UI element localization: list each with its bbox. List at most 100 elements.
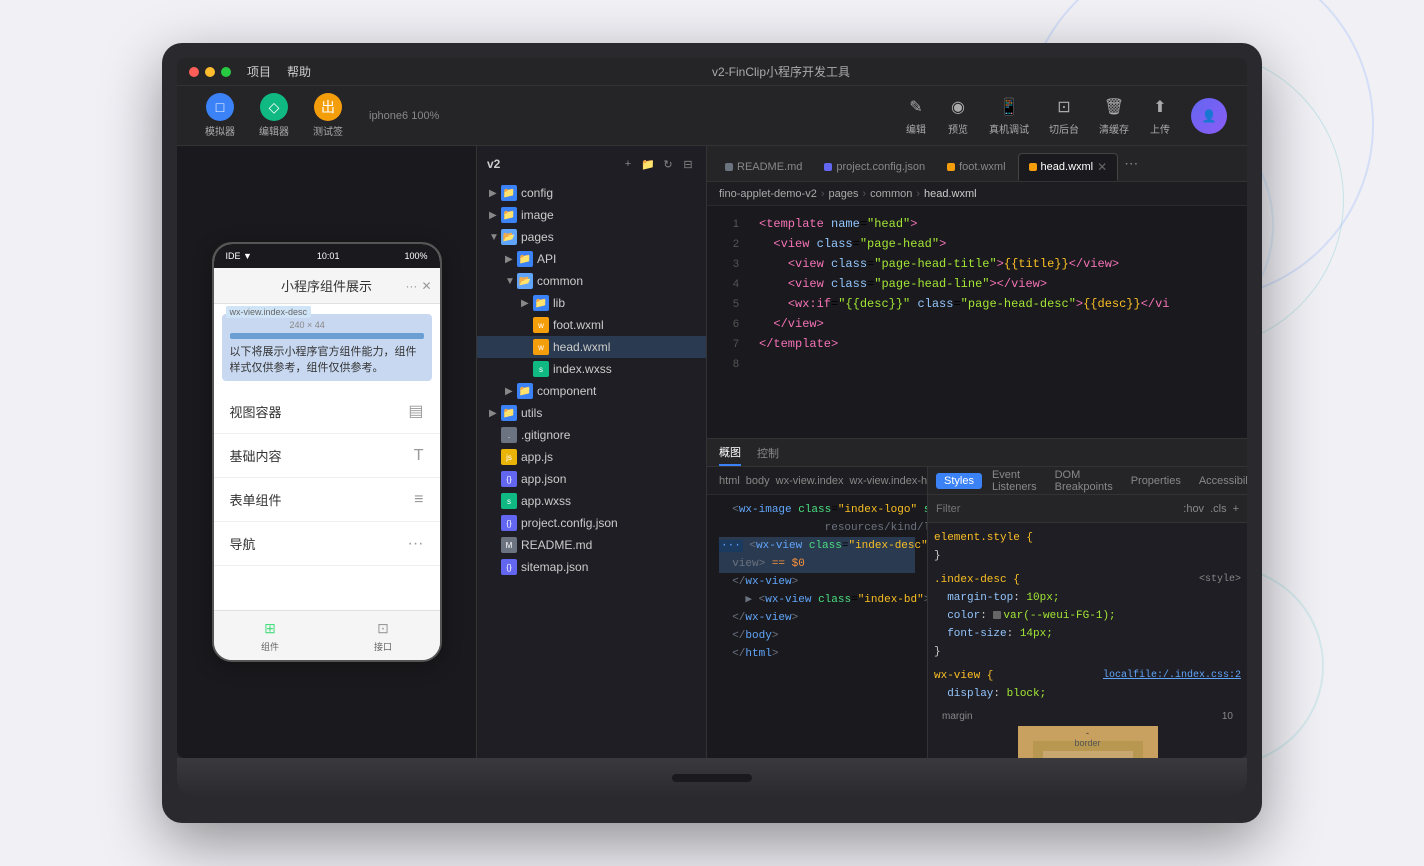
new-file-btn[interactable]: + <box>620 156 636 172</box>
arrow-icon: ▼ <box>505 276 517 287</box>
tree-utils[interactable]: ▶ 📁 utils <box>477 402 706 424</box>
devtools-panel-tabs: Styles Event Listeners DOM Breakpoints P… <box>928 467 1247 495</box>
html-line-4: ▶ <wx-view class="index-bd">_</wx-view> <box>719 591 915 609</box>
tab-label-foot: foot.wxml <box>959 161 1005 173</box>
breadcrumb-common: common <box>870 188 912 200</box>
tab-dot-project <box>824 163 832 171</box>
border-label-inner: border <box>1074 738 1100 748</box>
margin-value: 10 <box>1222 711 1233 722</box>
html-code-view[interactable]: <wx-image class="index-logo" src="../res… <box>707 495 927 758</box>
code-content[interactable]: <template name="head"> <view class="page… <box>747 206 1247 438</box>
tree-pages[interactable]: ▼ 📂 pages <box>477 226 706 248</box>
phone-more-icon[interactable]: ··· <box>405 279 417 293</box>
styles-filter-input[interactable] <box>936 503 1175 515</box>
close-button[interactable] <box>189 67 199 77</box>
cls-button[interactable]: .cls <box>1210 503 1227 515</box>
code-line-3: <view class="page-head-title">{{title}}<… <box>759 254 1235 274</box>
window-controls <box>189 67 231 77</box>
tree-readme[interactable]: ▶ M README.md <box>477 534 706 556</box>
phone-status-bar: IDE ▼ 10:01 100% <box>214 244 440 268</box>
crumb-wx-view-hd[interactable]: wx-view.index-hd <box>850 475 928 487</box>
action-clear[interactable]: 🗑 清缓存 <box>1099 96 1129 136</box>
user-avatar[interactable]: 👤 <box>1191 98 1227 134</box>
tree-common[interactable]: ▼ 📂 common <box>477 270 706 292</box>
action-upload[interactable]: ⬆ 上传 <box>1149 96 1171 136</box>
list-item-0[interactable]: 视图容器 ▤ <box>214 389 440 434</box>
tab-close-head[interactable]: ✕ <box>1097 160 1107 174</box>
app-title: v2-FinClip小程序开发工具 <box>327 63 1235 80</box>
menu-help[interactable]: 帮助 <box>287 63 311 80</box>
tab-project-config[interactable]: project.config.json <box>814 153 935 181</box>
list-label-0: 视图容器 <box>230 402 282 421</box>
action-edit[interactable]: ✎ 编辑 <box>905 96 927 136</box>
refresh-btn[interactable]: ↻ <box>660 156 676 172</box>
crumb-html[interactable]: html <box>719 475 740 487</box>
devtools-breadcrumb: html body wx-view.index wx-view.index-hd… <box>707 467 927 495</box>
tree-item-label: config <box>521 186 553 200</box>
tab-head-wxml[interactable]: head.wxml ✕ <box>1018 153 1119 181</box>
list-item-2[interactable]: 表单组件 ≡ <box>214 478 440 522</box>
tree-index-wxss[interactable]: ▶ s index.wxss <box>477 358 706 380</box>
tree-sitemap[interactable]: ▶ {} sitemap.json <box>477 556 706 578</box>
tree-lib[interactable]: ▶ 📁 lib <box>477 292 706 314</box>
menu-project[interactable]: 项目 <box>247 63 271 80</box>
tree-item-label: app.wxss <box>521 494 571 508</box>
action-real-device[interactable]: 📱 真机调试 <box>989 96 1029 136</box>
tree-component[interactable]: ▶ 📁 component <box>477 380 706 402</box>
maximize-button[interactable] <box>221 67 231 77</box>
panel-tab-dom-breakpoints[interactable]: DOM Breakpoints <box>1047 467 1121 495</box>
code-editor-area[interactable]: 1 2 3 4 5 6 7 8 <template name="head"> <box>707 206 1247 438</box>
style-rule-index-desc: .index-desc { <style> margin-top: 10px; … <box>934 571 1241 661</box>
bottom-tab-control[interactable]: 控制 <box>757 439 779 466</box>
add-rule[interactable]: + <box>1233 503 1239 515</box>
tree-app-json[interactable]: ▶ {} app.json <box>477 468 706 490</box>
breadcrumb-root: fino-applet-demo-v2 <box>719 188 817 200</box>
tab-foot-wxml[interactable]: foot.wxml <box>937 153 1015 181</box>
toolbar-left: □ 模拟器 ◇ 编辑器 出 测试签 iphone6 100% <box>197 89 439 142</box>
rule-selector-3: wx-view { localfile:/.index.css:2 <box>934 667 1241 685</box>
folder-icon: 📁 <box>517 251 533 267</box>
action-preview[interactable]: ◉ 预览 <box>947 96 969 136</box>
tree-item-label: API <box>537 252 556 266</box>
crumb-body[interactable]: body <box>746 475 770 487</box>
element-text: 以下将展示小程序官方组件能力，组件样式仅供参考，组件仅供参考。 <box>230 343 424 375</box>
box-model-title: margin 10 <box>942 711 1233 722</box>
list-item-3[interactable]: 导航 ··· <box>214 522 440 566</box>
test-button[interactable]: 出 测试签 <box>305 89 351 142</box>
box-model-wrapper: margin 10 - - - - <box>934 703 1241 758</box>
arrow-icon: ▶ <box>521 298 533 309</box>
panel-tab-styles[interactable]: Styles <box>936 473 982 489</box>
phone-close-icon[interactable]: ✕ <box>421 279 431 293</box>
tree-app-js[interactable]: ▶ js app.js <box>477 446 706 468</box>
laptop-base <box>177 758 1247 798</box>
minimize-button[interactable] <box>205 67 215 77</box>
pseudo-states[interactable]: :hov <box>1183 503 1204 515</box>
list-icon-0: ▤ <box>408 401 423 421</box>
tree-gitignore[interactable]: ▶ . .gitignore <box>477 424 706 446</box>
margin-label: margin <box>942 711 973 722</box>
new-folder-btn[interactable]: 📁 <box>640 156 656 172</box>
simulator-button[interactable]: □ 模拟器 <box>197 89 243 142</box>
panel-tab-event-listeners[interactable]: Event Listeners <box>984 467 1045 495</box>
tree-api[interactable]: ▶ 📁 API <box>477 248 706 270</box>
list-item-1[interactable]: 基础内容 T <box>214 434 440 478</box>
collapse-btn[interactable]: ⊟ <box>680 156 696 172</box>
bottom-tab-overview[interactable]: 概图 <box>719 439 741 466</box>
tree-image[interactable]: ▶ 📁 image <box>477 204 706 226</box>
tab-readme[interactable]: README.md <box>715 153 812 181</box>
tree-foot-wxml[interactable]: ▶ w foot.wxml <box>477 314 706 336</box>
tree-project-config[interactable]: ▶ {} project.config.json <box>477 512 706 534</box>
nav-api[interactable]: ⊡ 接口 <box>373 618 393 653</box>
preview-label: 预览 <box>948 121 968 136</box>
tab-more-button[interactable]: ⋯ <box>1120 155 1142 172</box>
action-background[interactable]: ⊡ 切后台 <box>1049 96 1079 136</box>
tree-config[interactable]: ▶ 📁 config <box>477 182 706 204</box>
crumb-wx-view-index[interactable]: wx-view.index <box>776 475 844 487</box>
tree-app-wxss[interactable]: ▶ s app.wxss <box>477 490 706 512</box>
tree-head-wxml[interactable]: ▶ w head.wxml <box>477 336 706 358</box>
panel-tab-properties[interactable]: Properties <box>1123 473 1189 489</box>
editor-button[interactable]: ◇ 编辑器 <box>251 89 297 142</box>
tree-item-label: project.config.json <box>521 516 618 530</box>
panel-tab-accessibility[interactable]: Accessibility <box>1191 473 1247 489</box>
nav-components[interactable]: ⊞ 组件 <box>260 618 280 653</box>
